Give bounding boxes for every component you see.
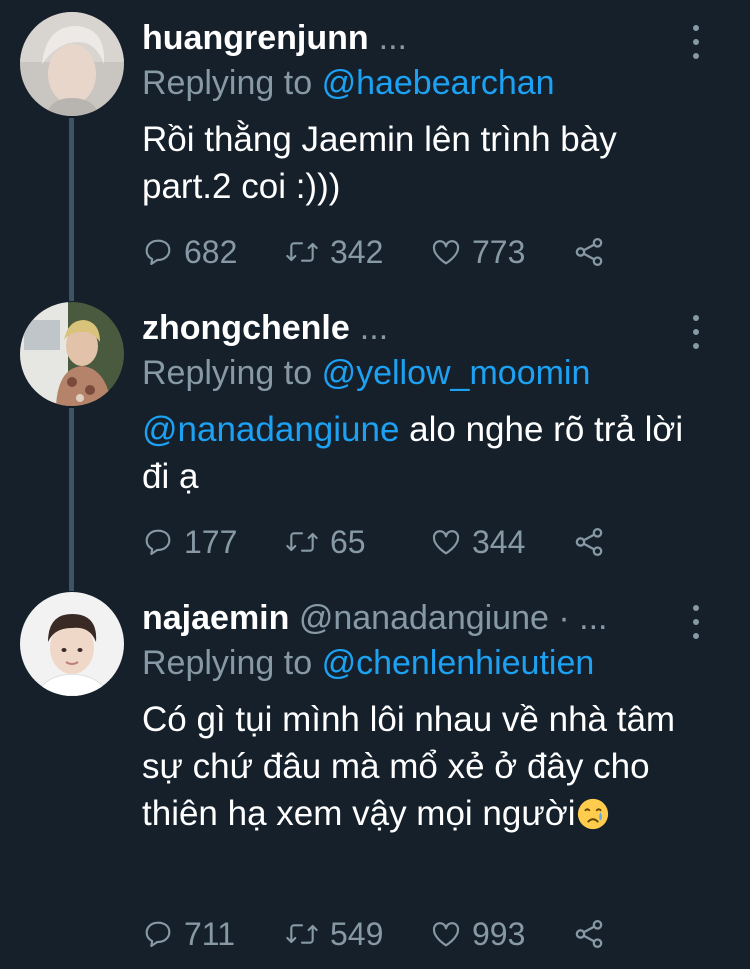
reply-count: 682	[184, 233, 238, 270]
avatar[interactable]	[20, 302, 124, 406]
like-button[interactable]: 773	[430, 232, 525, 272]
replying-to-label: Replying to	[142, 644, 313, 682]
retweet-count: 549	[330, 915, 384, 952]
share-icon	[575, 919, 603, 949]
user-handle[interactable]: @nanadangiune	[299, 599, 549, 637]
like-count: 993	[472, 915, 526, 952]
avatar-photo-icon	[20, 12, 124, 116]
username[interactable]: huangrenjunn	[142, 19, 369, 57]
replying-to-mention[interactable]: @haebearchan	[322, 64, 555, 102]
header-ellipsis: ...	[359, 309, 389, 347]
avatar[interactable]	[20, 12, 124, 116]
tweet-1[interactable]: huangrenjunn... Replying to @haebearchan…	[0, 0, 750, 290]
header-ellipsis: · ...	[558, 599, 608, 637]
tweet-header: zhongchenle...	[142, 308, 388, 348]
share-icon	[575, 527, 603, 557]
share-icon	[575, 237, 603, 267]
more-vertical-icon[interactable]	[688, 315, 704, 349]
reply-icon	[145, 529, 171, 556]
reply-count: 711	[184, 915, 236, 952]
share-button[interactable]	[572, 914, 616, 954]
username[interactable]: najaemin	[142, 599, 289, 637]
retweet-button[interactable]: 342	[284, 232, 383, 272]
replying-to: Replying to @haebearchan	[142, 63, 555, 103]
like-count: 773	[472, 233, 526, 270]
heart-icon	[432, 240, 460, 265]
retweet-button[interactable]: 65	[284, 522, 366, 562]
tweet-mention[interactable]: @nanadangiune	[142, 410, 399, 449]
retweet-count: 65	[330, 523, 366, 560]
like-count: 344	[472, 523, 526, 560]
more-vertical-icon[interactable]	[688, 605, 704, 639]
retweet-icon	[286, 924, 318, 944]
reply-button[interactable]: 711	[142, 914, 235, 954]
tweet-header: najaemin @nanadangiune · ...	[142, 598, 607, 638]
tweet-header: huangrenjunn...	[142, 18, 407, 58]
crying-face-emoji	[577, 798, 608, 830]
replying-to-mention[interactable]: @chenlenhieutien	[322, 644, 595, 682]
retweet-icon	[286, 532, 318, 552]
more-vertical-icon[interactable]	[688, 25, 704, 59]
reply-button[interactable]: 177	[142, 522, 237, 562]
reply-count: 177	[184, 523, 238, 560]
share-button[interactable]	[572, 522, 616, 562]
tweet-text: Có gì tụi mình lôi nhau về nhà tâm sự ch…	[142, 696, 702, 837]
avatar-photo-icon	[20, 592, 124, 696]
retweet-count: 342	[330, 233, 384, 270]
tweet-text: Rồi thằng Jaemin lên trình bày part.2 co…	[142, 120, 617, 206]
heart-icon	[432, 922, 460, 947]
retweet-button[interactable]: 549	[284, 914, 383, 954]
reply-button[interactable]: 682	[142, 232, 237, 272]
like-button[interactable]: 344	[430, 522, 525, 562]
reply-icon	[145, 239, 171, 266]
avatar-photo-icon	[20, 302, 124, 406]
heart-icon	[432, 530, 460, 555]
retweet-icon	[286, 242, 318, 262]
reply-icon	[145, 921, 171, 948]
replying-to: Replying to @yellow_moomin	[142, 353, 590, 393]
share-button[interactable]	[572, 232, 616, 272]
tweet-text: @nanadangiune alo nghe rõ trả lời đi ạ	[142, 406, 702, 500]
replying-to-mention[interactable]: @yellow_moomin	[322, 354, 591, 392]
avatar[interactable]	[20, 592, 124, 696]
replying-to-label: Replying to	[142, 64, 313, 102]
replying-to: Replying to @chenlenhieutien	[142, 643, 594, 683]
tweet-2[interactable]: zhongchenle... Replying to @yellow_moomi…	[0, 290, 750, 580]
like-button[interactable]: 993	[430, 914, 525, 954]
header-ellipsis: ...	[378, 19, 407, 57]
tweet-3[interactable]: najaemin @nanadangiune · ... Replying to…	[0, 580, 750, 969]
replying-to-label: Replying to	[142, 354, 313, 392]
username[interactable]: zhongchenle	[142, 309, 350, 347]
